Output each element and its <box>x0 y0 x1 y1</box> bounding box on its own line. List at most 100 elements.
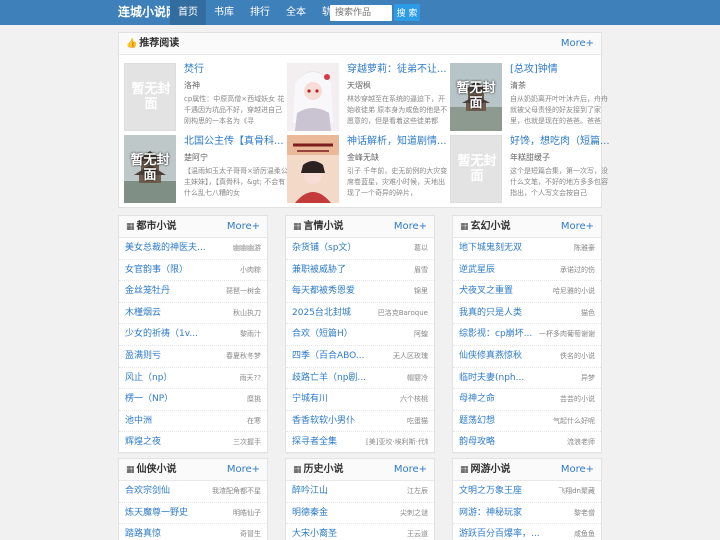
list-item[interactable]: 地下城鬼刻无双 陈雅豪 <box>453 238 601 260</box>
item-title[interactable]: 题荡幻想 <box>459 411 495 433</box>
item-title[interactable]: 我真的只是人类 <box>459 303 522 325</box>
item-title[interactable]: 杂货铺（sp文） <box>292 238 356 260</box>
book-card[interactable]: 穿越萝莉：徒弟不让... 天熠枫 林妙穿越至在系统的逼迫下，开始收徒弟 原本身为… <box>287 63 451 133</box>
book-cover[interactable]: 暂无封面 <box>450 135 502 203</box>
nav-home[interactable]: 首页 <box>170 0 206 25</box>
item-title[interactable]: 地下城鬼刻无双 <box>459 238 522 260</box>
item-title[interactable]: 金丝笼牡丹 <box>125 281 170 303</box>
list-item[interactable]: 合欢宗剑仙 我渣配角都不星 <box>119 481 267 503</box>
book-card[interactable]: 暂无封面 [总攻]钟情 清茶 自从奶奶离开叶叶沐卉后，舟舟就被父母责怪的好友接到… <box>450 63 614 133</box>
item-title[interactable]: 网游：神秘玩家 <box>459 503 522 525</box>
book-card[interactable]: 暂无封面 好馋，想吃肉（短篇... 年糕甜缓子 这个是短篇合集，第一次写，没什么… <box>450 135 614 205</box>
list-item[interactable]: 合欢（短篇H） 阿蝗 <box>286 324 434 346</box>
list-item[interactable]: 歧路亡羊（np剧... 帽婴冷 <box>286 368 434 390</box>
book-card[interactable]: 神话解析，知道剧情... 金峰无缺 引子 千年前，史无前例的大灾变席卷蓝星，灾难… <box>287 135 451 205</box>
book-cover[interactable]: 暂无封面 <box>124 63 176 131</box>
list-item[interactable]: 风止（np） 雨天?? <box>119 368 267 390</box>
nav-ranking[interactable]: 排行 <box>242 0 278 25</box>
list-item[interactable]: 我真的只是人类 猫色 <box>453 303 601 325</box>
item-title[interactable]: 歧路亡羊（np剧... <box>292 368 366 390</box>
list-item[interactable]: 仙侠修真燕惊秋 佚名的小说 <box>453 346 601 368</box>
list-item[interactable]: 宁城有川 六个核桃 <box>286 389 434 411</box>
list-item[interactable]: 网游：神秘玩家 黎老僧 <box>453 503 601 525</box>
item-title[interactable]: 醉吟江山 <box>292 481 328 503</box>
item-title[interactable]: 少女的祈祷（1v... <box>125 324 198 346</box>
book-cover[interactable]: 暂无封面 <box>450 63 502 131</box>
list-item[interactable]: 综影视：cp崩坏... 一杯多肉葡萄谢谢 <box>453 324 601 346</box>
item-title[interactable]: 踏路真惊 <box>125 524 161 540</box>
more-link[interactable]: More+ <box>394 459 427 481</box>
item-title[interactable]: 宁城有川 <box>292 389 328 411</box>
list-item[interactable]: 女官韵事（限） 小肉粽 <box>119 260 267 282</box>
more-link[interactable]: More+ <box>561 216 594 238</box>
list-item[interactable]: 游跃百分百爆率，... 咸鱼鱼 <box>453 524 601 540</box>
book-title[interactable]: 北国公主传【真骨科... <box>184 135 288 148</box>
book-title[interactable]: 焚行 <box>184 63 288 76</box>
book-cover[interactable] <box>287 135 339 203</box>
item-title[interactable]: 大宋小裔圣 <box>292 524 337 540</box>
item-title[interactable]: 2025台北封城 <box>292 303 351 325</box>
list-item[interactable]: 大宋小裔圣 王云道 <box>286 524 434 540</box>
list-item[interactable]: 盈满则亏 春夏秋冬梦 <box>119 346 267 368</box>
item-title[interactable]: 香香软软小男仆 <box>292 411 355 433</box>
item-title[interactable]: 美女总裁的神医夫... <box>125 238 206 260</box>
list-item[interactable]: 踏路真惊 奇冒生 <box>119 524 267 540</box>
list-item[interactable]: 香香软软小男仆 吃蛋猫 <box>286 411 434 433</box>
item-title[interactable]: 文明之万象王座 <box>459 481 522 503</box>
book-title[interactable]: 穿越萝莉：徒弟不让... <box>347 63 451 76</box>
item-title[interactable]: 兼职被威胁了 <box>292 260 346 282</box>
list-item[interactable]: 兼职被威胁了 眉雪 <box>286 260 434 282</box>
list-item[interactable]: 题荡幻想 气起什么好呢 <box>453 411 601 433</box>
list-item[interactable]: 木槿烟云 秋山执刀 <box>119 303 267 325</box>
item-title[interactable]: 明德秦金 <box>292 503 328 525</box>
list-item[interactable]: 探寻者全集 [美]亚坎·埃利斯·代顿 <box>286 432 434 454</box>
list-item[interactable]: 韵母攻略 流浪老师 <box>453 432 601 454</box>
list-item[interactable]: 楞一（NP） 糜挑 <box>119 389 267 411</box>
item-title[interactable]: 逆武星辰 <box>459 260 495 282</box>
site-logo[interactable]: 连城小说网 <box>118 0 178 25</box>
item-title[interactable]: 合欢（短篇H） <box>292 324 353 346</box>
item-title[interactable]: 风止（np） <box>125 368 172 390</box>
list-item[interactable]: 母神之命 芸芸的小说 <box>453 389 601 411</box>
item-title[interactable]: 盈满则亏 <box>125 346 161 368</box>
list-item[interactable]: 醉吟江山 江左辰 <box>286 481 434 503</box>
list-item[interactable]: 2025台北封城 巴洛克Baroque <box>286 303 434 325</box>
more-link[interactable]: More+ <box>394 216 427 238</box>
list-item[interactable]: 美女总裁的神医夫... 幽幽幽游 <box>119 238 267 260</box>
nav-complete[interactable]: 全本 <box>278 0 314 25</box>
list-item[interactable]: 四季（百合ABO... 无人区玫瑰 <box>286 346 434 368</box>
item-title[interactable]: 犬夜叉之重置 <box>459 281 513 303</box>
more-link[interactable]: More+ <box>561 459 594 481</box>
book-card[interactable]: 暂无封面 北国公主传【真骨科... 楚阿宁 【温雨如玉太子哥哥×骄厉温柔公主妹妹… <box>124 135 288 205</box>
list-item[interactable]: 金丝笼牡丹 琵琶一树金 <box>119 281 267 303</box>
list-item[interactable]: 犬夜叉之重置 哈尼雅的小说 <box>453 281 601 303</box>
item-title[interactable]: 炼天魔尊一野史 <box>125 503 188 525</box>
list-item[interactable]: 炼天魔尊一野史 明皓仙子 <box>119 503 267 525</box>
item-title[interactable]: 母神之命 <box>459 389 495 411</box>
item-title[interactable]: 辉煌之夜 <box>125 432 161 454</box>
list-item[interactable]: 少女的祈祷（1v... 黎雨汁 <box>119 324 267 346</box>
item-title[interactable]: 综影视：cp崩坏... <box>459 324 532 346</box>
item-title[interactable]: 四季（百合ABO... <box>292 346 364 368</box>
book-title[interactable]: [总攻]钟情 <box>510 63 614 76</box>
book-card[interactable]: 暂无封面 焚行 洛神 cp属性：中原高僧×西域妖女 花千遇因为坑品不好，穿越进自… <box>124 63 288 133</box>
more-link[interactable]: More+ <box>227 216 260 238</box>
recommend-more-link[interactable]: More+ <box>561 33 594 55</box>
list-item[interactable]: 每天都被秀恩爱 锦里 <box>286 281 434 303</box>
list-item[interactable]: 临时夫妻(nph... 异梦 <box>453 368 601 390</box>
item-title[interactable]: 每天都被秀恩爱 <box>292 281 355 303</box>
search-input[interactable] <box>330 5 392 21</box>
item-title[interactable]: 楞一（NP） <box>125 389 173 411</box>
item-title[interactable]: 仙侠修真燕惊秋 <box>459 346 522 368</box>
list-item[interactable]: 辉煌之夜 三次握手 <box>119 432 267 454</box>
book-title[interactable]: 好馋，想吃肉（短篇... <box>510 135 614 148</box>
more-link[interactable]: More+ <box>227 459 260 481</box>
item-title[interactable]: 木槿烟云 <box>125 303 161 325</box>
item-title[interactable]: 合欢宗剑仙 <box>125 481 170 503</box>
list-item[interactable]: 明德秦金 尖刺之谜 <box>286 503 434 525</box>
item-title[interactable]: 池中洲 <box>125 411 152 433</box>
item-title[interactable]: 临时夫妻(nph... <box>459 368 524 390</box>
item-title[interactable]: 女官韵事（限） <box>125 260 188 282</box>
item-title[interactable]: 韵母攻略 <box>459 432 495 454</box>
item-title[interactable]: 探寻者全集 <box>292 432 337 454</box>
